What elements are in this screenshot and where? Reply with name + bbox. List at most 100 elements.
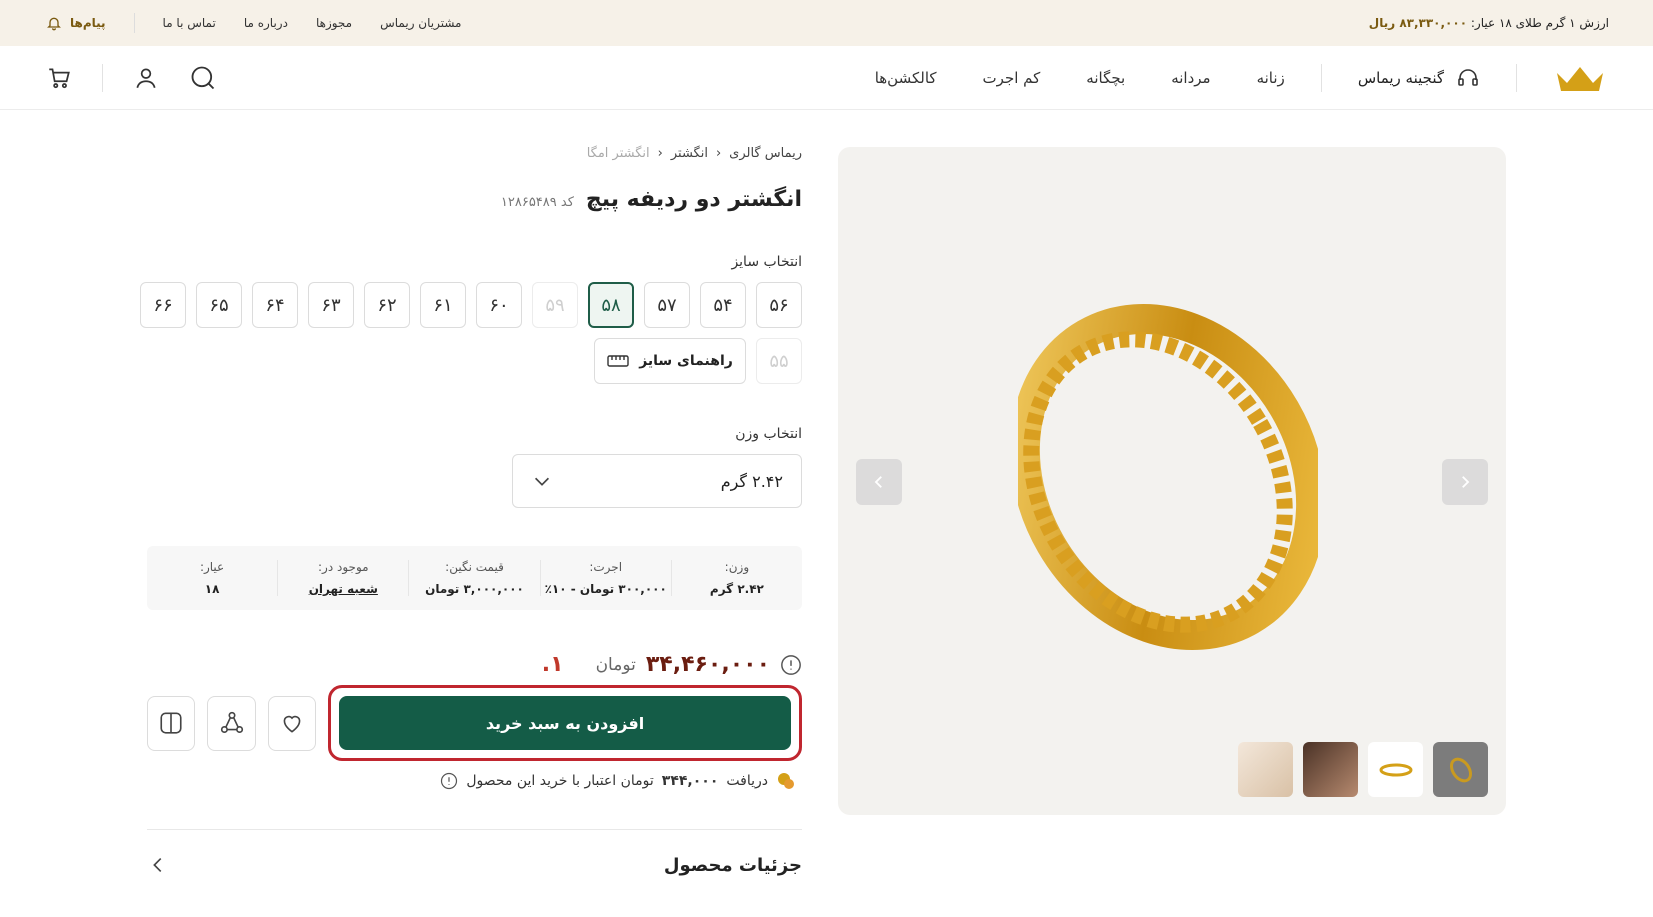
top-bar-left: پیام‌ها تماس با ما درباره ما مجوزها مشتر…	[46, 13, 461, 33]
spec-availability: موجود در: شعبه تهران	[277, 560, 408, 596]
spec-value: ۳,۰۰۰,۰۰۰ تومان	[425, 582, 524, 596]
price-currency: تومان	[595, 654, 636, 675]
weight-label: انتخاب وزن	[735, 426, 802, 442]
nav-item-low-wage[interactable]: کم اجرت	[983, 69, 1041, 87]
weight-value: ۲.۴۲ گرم	[720, 471, 783, 491]
divider	[1320, 63, 1322, 92]
size-option[interactable]: ۵۷	[644, 282, 690, 328]
breadcrumb: ریماس گالری ‹ انگشتر ‹ انگشتر امگا	[147, 146, 802, 161]
thumbnail[interactable]	[1368, 742, 1423, 797]
link-contact[interactable]: تماس با ما	[163, 16, 216, 30]
size-option-disabled: ۵۵	[756, 338, 802, 384]
treasury-link[interactable]: گنجینه ریماس	[1358, 66, 1480, 90]
main-nav: کالکشن‌ها کم اجرت بچگانه مردانه زنانه گن…	[0, 46, 1653, 110]
spec-value: ۲.۴۲ گرم	[709, 582, 764, 596]
coins-icon	[778, 773, 794, 789]
ruler-icon	[607, 355, 629, 367]
size-option[interactable]: ۶۲	[364, 282, 410, 328]
heart-icon	[283, 715, 301, 733]
next-image-button[interactable]	[1442, 459, 1488, 505]
divider	[133, 13, 135, 33]
size-option[interactable]: ۶۰	[476, 282, 522, 328]
treasury-label: گنجینه ریماس	[1357, 68, 1444, 87]
size-label: انتخاب سایز	[731, 254, 802, 270]
share-button[interactable]	[207, 695, 256, 751]
size-guide-label: راهنمای سایز	[639, 353, 733, 369]
prev-image-button[interactable]	[856, 459, 902, 505]
top-links: تماس با ما درباره ما مجوزها مشتریان ریما…	[163, 16, 462, 30]
link-about[interactable]: درباره ما	[244, 16, 288, 30]
breadcrumb-current: انگشتر امگا	[586, 146, 650, 161]
search-icon[interactable]	[189, 64, 217, 92]
title-row: انگشتر دو ردیفه پیچ کد ۱۲۸۶۵۴۸۹	[147, 187, 802, 212]
weight-select[interactable]: ۲.۴۲ گرم	[512, 454, 802, 508]
specs-table: وزن: ۲.۴۲ گرم اجرت: ۳۰۰,۰۰۰ تومان - ۱۰٪ …	[147, 546, 802, 610]
spec-value: ۱۸	[204, 582, 220, 596]
wishlist-button[interactable]	[267, 695, 316, 751]
nav-menu: کالکشن‌ها کم اجرت بچگانه مردانه زنانه	[875, 69, 1285, 87]
messages-label: پیام‌ها	[70, 16, 106, 30]
thumbnail-strip	[1238, 742, 1488, 797]
info-icon[interactable]	[440, 772, 458, 790]
compare-icon	[160, 712, 182, 734]
breadcrumb-item[interactable]: انگشتر	[671, 146, 708, 161]
size-option[interactable]: ۶۱	[420, 282, 466, 328]
chevron-left-icon: ‹	[657, 146, 663, 161]
divider	[102, 63, 103, 92]
spec-key: اجرت:	[589, 560, 623, 574]
credit-text: دریافت	[726, 773, 768, 789]
spec-karat: عیار: ۱۸	[147, 560, 277, 596]
spec-key: عیار:	[199, 560, 225, 574]
chevron-left-icon: ‹	[715, 146, 722, 161]
nav-item-kids[interactable]: بچگانه	[1086, 69, 1125, 87]
credit-amount: ۳۴۴,۰۰۰	[661, 773, 719, 789]
spec-key: موجود در:	[317, 560, 369, 574]
nav-item-collections[interactable]: کالکشن‌ها	[875, 69, 937, 87]
crown-logo-icon[interactable]	[1553, 63, 1607, 93]
add-to-cart-button[interactable]: افزودن به سبد خرید	[339, 696, 791, 750]
product-price: ۳۴,۴۶۰,۰۰۰	[645, 652, 770, 677]
size-option[interactable]: ۵۴	[700, 282, 746, 328]
credit-info: دریافت ۳۴۴,۰۰۰ تومان اعتبار با خرید این …	[147, 771, 796, 791]
size-option-selected[interactable]: ۵۸	[588, 282, 634, 328]
branch-link[interactable]: شعبه تهران	[278, 582, 408, 596]
bell-icon	[47, 17, 61, 31]
nav-item-men[interactable]: مردانه	[1171, 69, 1210, 87]
thumbnail-selected[interactable]	[1433, 742, 1488, 797]
user-icon[interactable]	[133, 65, 159, 91]
size-option[interactable]: ۵۶	[756, 282, 802, 328]
product-info: ریماس گالری ‹ انگشتر ‹ انگشتر امگا انگشت…	[140, 140, 802, 876]
size-guide-button[interactable]: راهنمای سایز	[594, 338, 746, 384]
messages-button[interactable]: پیام‌ها	[46, 15, 106, 31]
nav-right: کالکشن‌ها کم اجرت بچگانه مردانه زنانه گن…	[875, 63, 1607, 93]
thumbnail[interactable]	[1238, 742, 1293, 797]
size-option[interactable]: ۶۶	[140, 282, 186, 328]
spec-stone-price: قیمت نگین: ۳,۰۰۰,۰۰۰ تومان	[408, 560, 539, 596]
product-image	[1018, 303, 1318, 651]
highlight-box: افزودن به سبد خرید	[328, 685, 802, 761]
cart-icon[interactable]	[46, 65, 72, 91]
link-customers[interactable]: مشتریان ریماس	[380, 16, 461, 30]
thumbnail[interactable]	[1303, 742, 1358, 797]
nav-item-women[interactable]: زنانه	[1257, 69, 1285, 87]
size-option[interactable]: ۶۴	[252, 282, 298, 328]
price-row: ۳۴,۴۶۰,۰۰۰ تومان ۱.	[147, 652, 802, 677]
product-code: کد ۱۲۸۶۵۴۸۹	[500, 195, 574, 210]
link-licenses[interactable]: مجوزها	[316, 16, 352, 30]
product-details-toggle[interactable]: جزئیات محصول	[147, 829, 802, 876]
share-icon	[220, 711, 243, 734]
size-option[interactable]: ۶۵	[196, 282, 242, 328]
spec-weight: وزن: ۲.۴۲ گرم	[670, 560, 802, 596]
chevron-right-icon	[1462, 476, 1470, 488]
divider	[1516, 63, 1517, 92]
size-option[interactable]: ۶۳	[308, 282, 354, 328]
breadcrumb-item[interactable]: ریماس گالری	[729, 146, 802, 161]
details-title: جزئیات محصول	[663, 854, 802, 876]
nav-icons	[46, 63, 217, 92]
chevron-down-icon	[534, 477, 550, 486]
chevron-left-icon	[153, 857, 162, 873]
info-icon[interactable]	[780, 654, 802, 676]
annotation-marker: ۱.	[541, 652, 564, 677]
gold-price-value: ۸۳,۳۳۰,۰۰۰ ریال	[1368, 16, 1468, 30]
compare-button[interactable]	[147, 695, 196, 751]
